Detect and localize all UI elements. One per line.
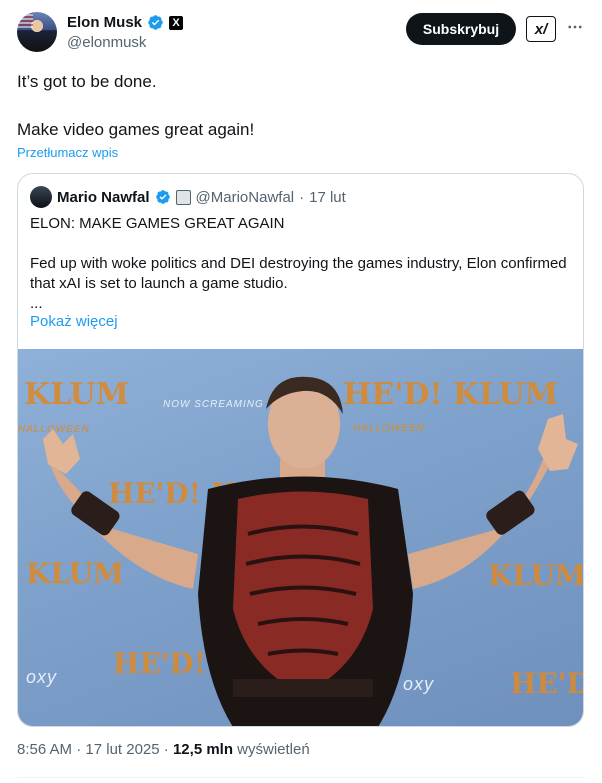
tweet-header: Elon Musk X @elonmusk Subskrybuj x/	[17, 12, 589, 54]
meta-separator: ·	[299, 188, 305, 206]
quoted-tweet-date: 17 lut	[309, 188, 346, 206]
tweet-line-2: Make video games great again!	[17, 120, 255, 139]
subscribe-button[interactable]: Subskrybuj	[406, 13, 516, 45]
author-handle[interactable]: @elonmusk	[67, 34, 146, 51]
quoted-author-avatar	[30, 186, 52, 208]
tweet-footer: 8:56 AM · 17 lut 2025 · 12,5 mln wyświet…	[17, 741, 310, 758]
footer-separator: ·	[163, 741, 169, 758]
xai-logo-icon[interactable]: x/	[526, 16, 556, 42]
footer-separator: ·	[76, 741, 82, 758]
quoted-author-name: Mario Nawfal	[57, 188, 150, 206]
quoted-tweet-text: ELON: MAKE GAMES GREAT AGAIN Fed up with…	[30, 214, 570, 314]
author-name[interactable]: Elon Musk	[67, 14, 142, 31]
quoted-author-handle: @MarioNawfal	[195, 188, 295, 206]
quoted-body: Fed up with woke politics and DEI destro…	[30, 255, 567, 292]
quoted-tweet[interactable]: Mario Nawfal @MarioNawfal · 17 lut ELON:…	[17, 173, 584, 727]
divider	[17, 777, 585, 778]
show-more-link[interactable]: Pokaż więcej	[30, 313, 118, 330]
tweet-time[interactable]: 8:56 AM	[17, 741, 72, 758]
more-horizontal-icon[interactable]	[564, 16, 586, 38]
quoted-ellipsis: ...	[30, 295, 43, 312]
x-affiliation-icon: X	[169, 15, 184, 30]
author-name-row: Elon Musk X	[67, 14, 184, 31]
author-avatar[interactable]	[17, 12, 57, 52]
verified-badge-icon	[155, 190, 170, 204]
tweet-date[interactable]: 17 lut 2025	[85, 741, 159, 758]
quoted-tweet-header: Mario Nawfal @MarioNawfal · 17 lut	[30, 186, 346, 208]
verified-badge-icon	[148, 15, 163, 30]
views-count: 12,5 mln	[172, 741, 233, 758]
person-figure	[43, 376, 578, 726]
affiliation-badge-icon	[175, 189, 191, 205]
translate-post-link[interactable]: Przetłumacz wpis	[17, 145, 118, 160]
views-label: wyświetleń	[237, 741, 310, 758]
quoted-headline: ELON: MAKE GAMES GREAT AGAIN	[30, 215, 285, 232]
quoted-photo[interactable]: KLUM HALLOWEEN NOW SCREAMING HE'D! KLUM …	[18, 349, 583, 726]
tweet-line-1: It’s got to be done.	[17, 72, 157, 91]
